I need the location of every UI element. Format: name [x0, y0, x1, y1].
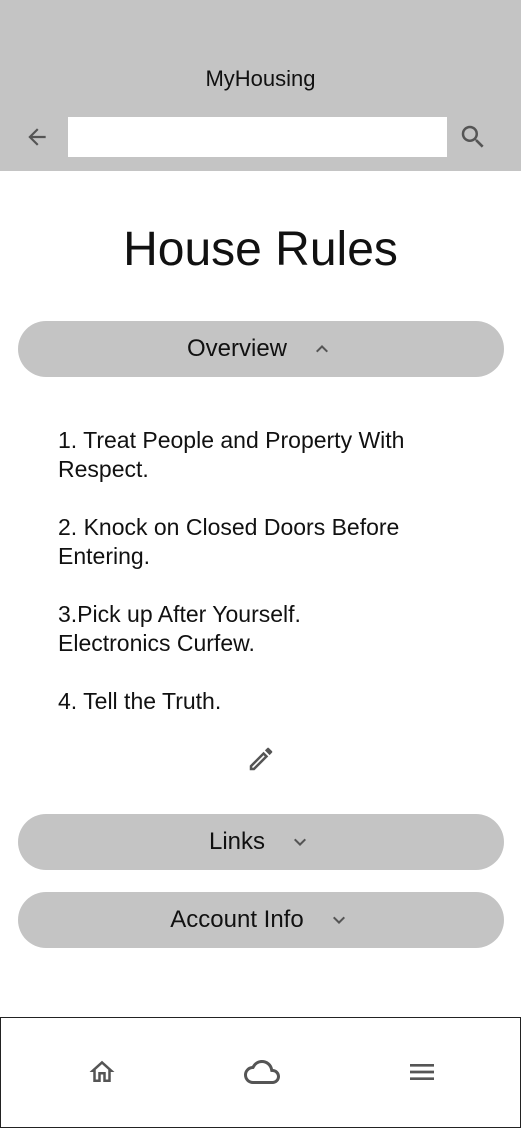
overview-section-toggle[interactable]: Overview: [18, 321, 504, 377]
overview-section-label: Overview: [186, 335, 288, 362]
account-info-section-label: Account Info: [170, 906, 304, 933]
search-button[interactable]: [455, 119, 491, 155]
nav-menu-button[interactable]: [402, 1052, 442, 1092]
chevron-up-icon: [309, 336, 335, 362]
arrow-left-icon: [24, 124, 50, 150]
rule-item: 1. Treat People and Property With Respec…: [58, 427, 405, 482]
home-icon: [87, 1057, 117, 1087]
page-title: House Rules: [123, 223, 398, 276]
back-button[interactable]: [20, 120, 54, 154]
nav-cloud-button[interactable]: [242, 1052, 282, 1092]
chevron-down-icon: [287, 829, 313, 855]
search-icon: [458, 122, 488, 152]
rule-item: 4. Tell the Truth.: [58, 688, 222, 714]
app-title: MyHousing: [205, 66, 316, 91]
app-header: MyHousing: [0, 0, 521, 171]
rule-item: 3.Pick up After Yourself. Electronics Cu…: [58, 601, 301, 656]
house-rules-list: 1. Treat People and Property With Respec…: [58, 426, 478, 716]
edit-rules-button[interactable]: [244, 742, 278, 776]
chevron-down-icon: [326, 907, 352, 933]
nav-home-button[interactable]: [82, 1052, 122, 1092]
search-input[interactable]: [68, 117, 447, 157]
pencil-icon: [246, 744, 276, 774]
links-section-toggle[interactable]: Links: [18, 814, 504, 870]
links-section-label: Links: [208, 828, 266, 855]
menu-icon: [406, 1056, 438, 1088]
bottom-navigation: [0, 1017, 521, 1128]
screen: MyHousing House Rules Overview 1. Treat …: [0, 0, 521, 1128]
account-info-section-toggle[interactable]: Account Info: [18, 892, 504, 948]
cloud-icon: [244, 1054, 280, 1090]
rule-item: 2. Knock on Closed Doors Before Entering…: [58, 514, 400, 569]
